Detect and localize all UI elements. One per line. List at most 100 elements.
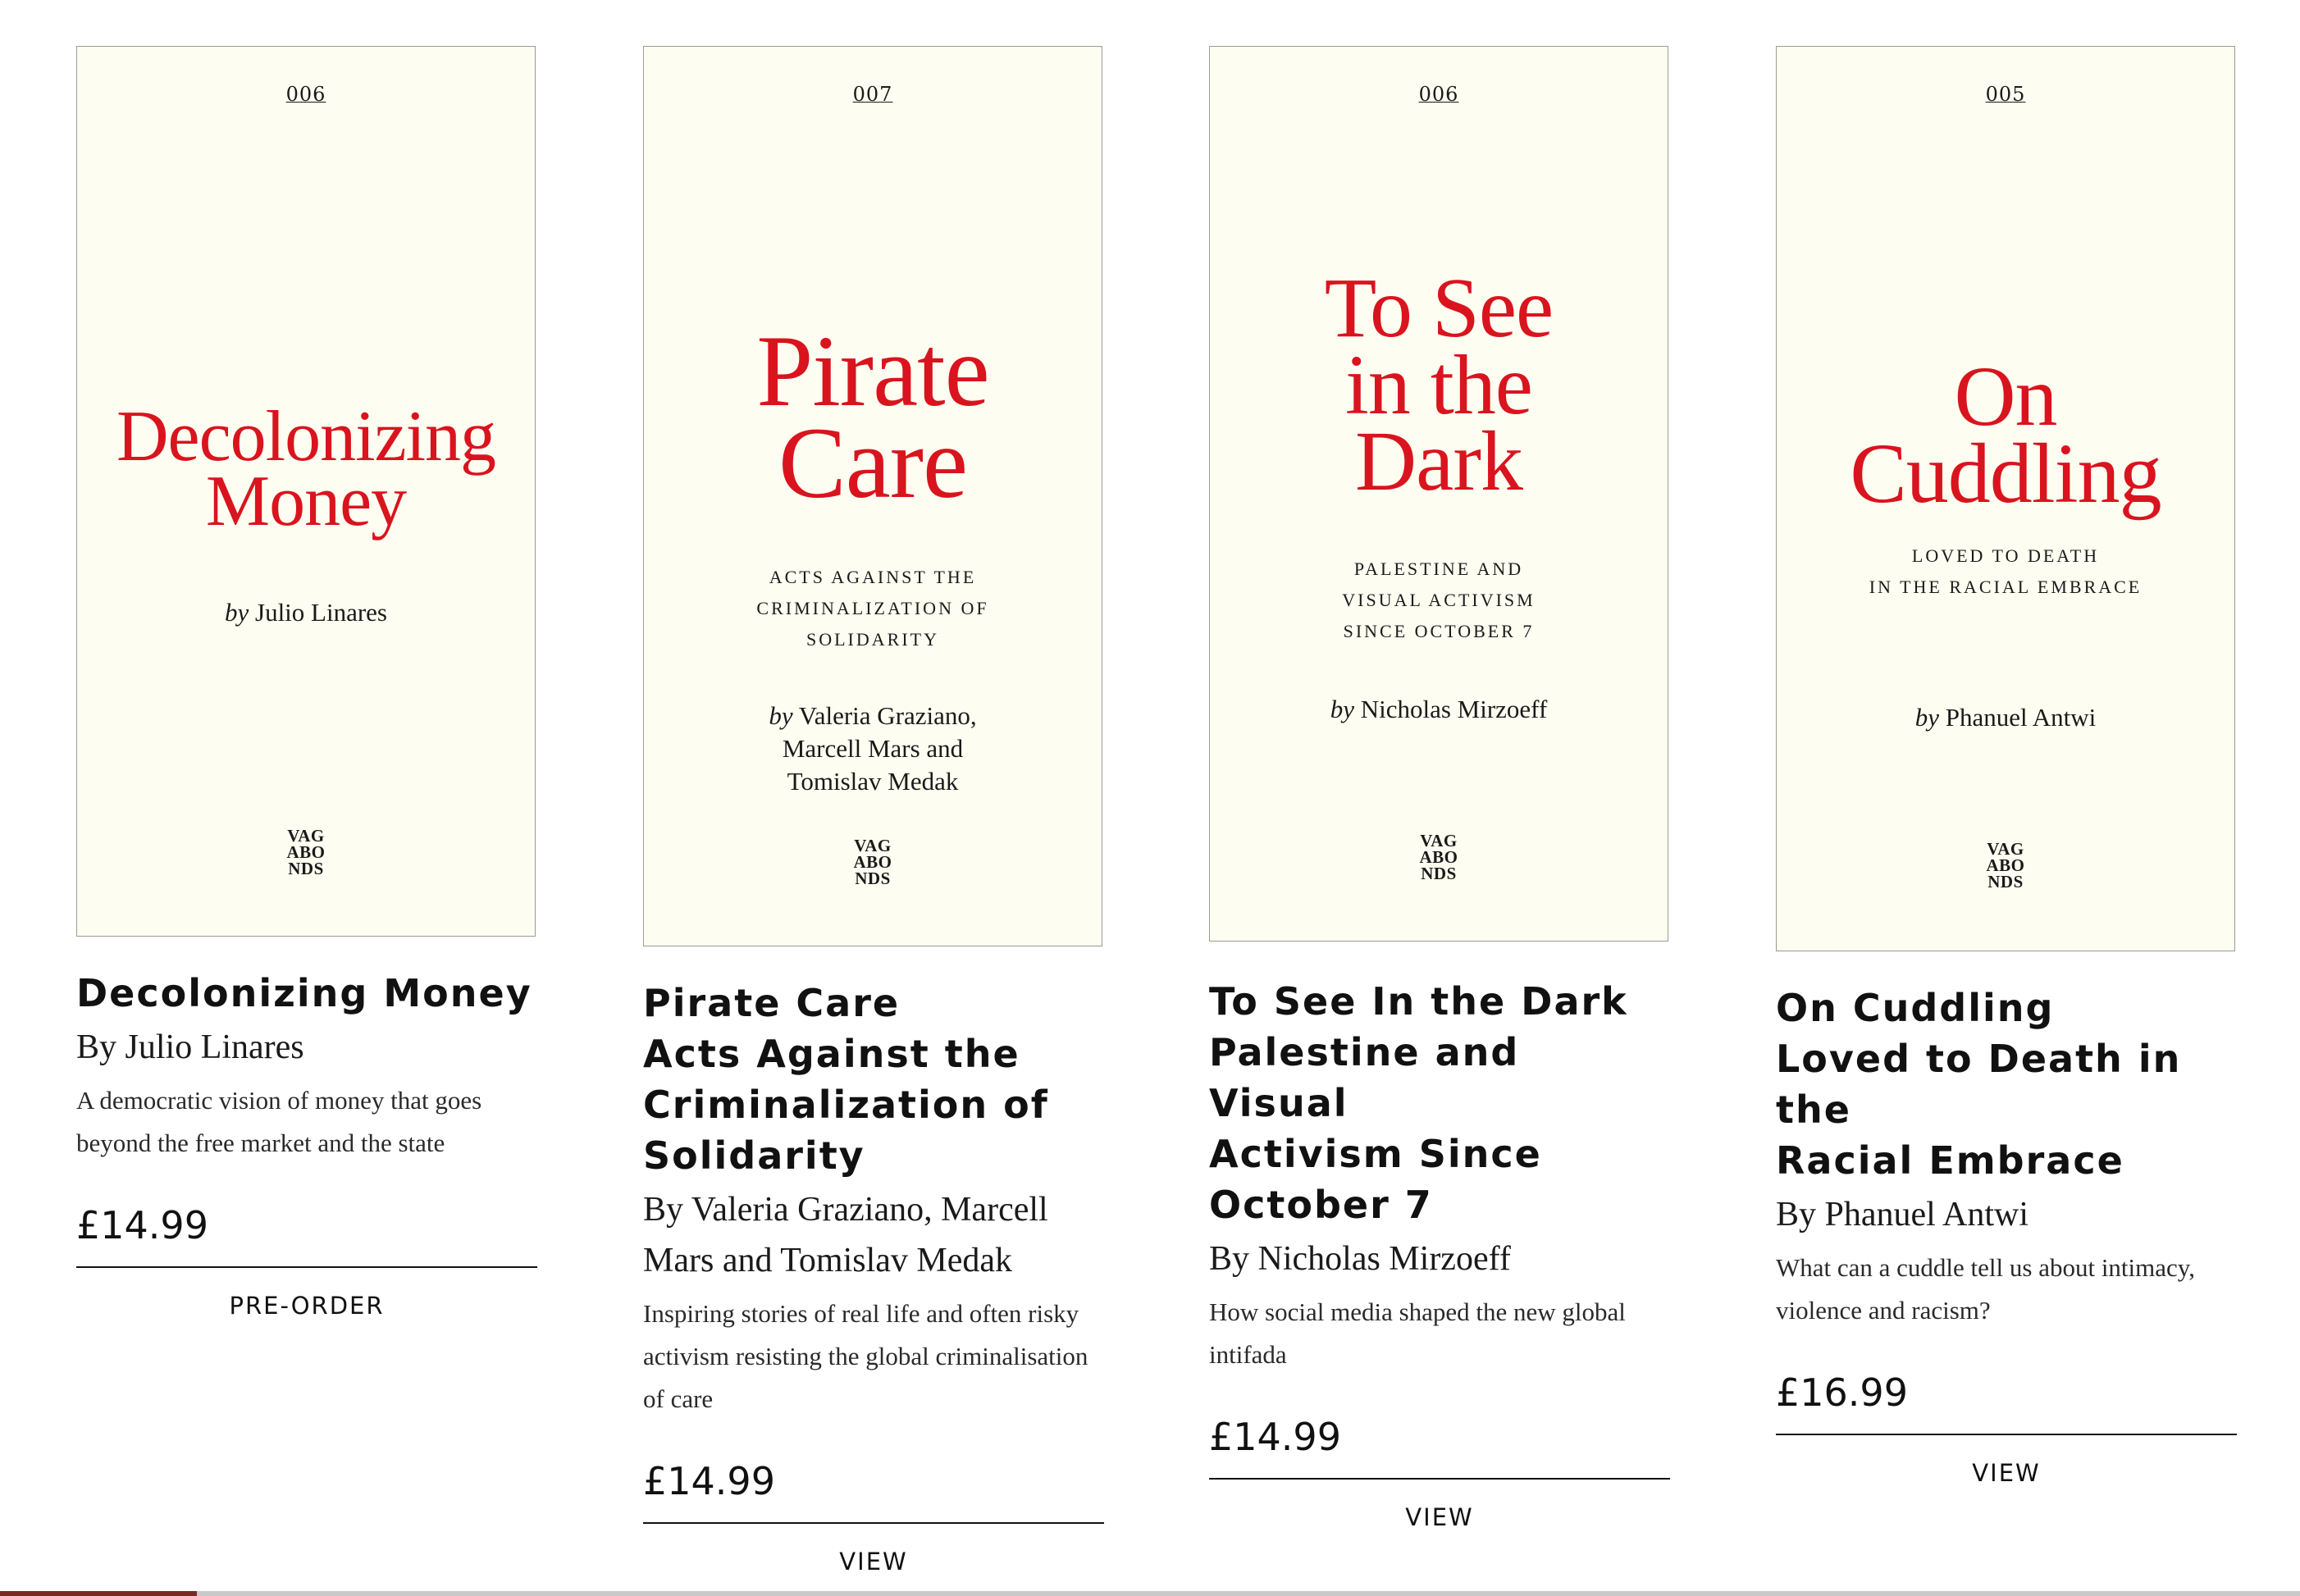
- logo-line: ABO: [1419, 847, 1458, 867]
- cover-title-line: Decolonizing: [116, 397, 496, 477]
- cover-title: On Cuddling: [1777, 349, 2234, 521]
- cover-subtitle-line: LOVED TO DEATH: [1911, 545, 2100, 566]
- book-author: By Phanuel Antwi: [1776, 1196, 2029, 1233]
- book-title-line: Palestine and Visual: [1209, 1030, 1520, 1125]
- book-title-line: Pirate Care: [643, 981, 901, 1025]
- book-title-line: Racial Embrace: [1776, 1138, 2124, 1183]
- book-title-line: Decolonizing Money: [76, 971, 532, 1015]
- cover-author: by Julio Linares: [77, 596, 535, 629]
- logo-line: NDS: [1421, 864, 1457, 883]
- logo-line: NDS: [288, 859, 324, 878]
- publisher-logo: VAG ABO NDS: [1210, 832, 1668, 882]
- cover-subtitle: LOVED TO DEATH in the RACIAL EMBRACE: [1777, 540, 2234, 603]
- book-description: How social media shaped the new global i…: [1209, 1297, 1626, 1369]
- cover-title-line: in the: [1345, 337, 1533, 432]
- divider: [643, 1522, 1104, 1524]
- book-author: By Nicholas Mirzoeff: [1209, 1240, 1511, 1278]
- book-price: £16.99: [1776, 1370, 1908, 1415]
- cover-by-word: by: [1330, 695, 1354, 723]
- book-title-line: Solidarity: [643, 1133, 865, 1178]
- view-button[interactable]: VIEW: [643, 1545, 1104, 1578]
- book-title-line: Activism Since: [1209, 1132, 1542, 1176]
- book-title-line: Criminalization of: [643, 1083, 1049, 1127]
- page-bottom-edge: [0, 1591, 2300, 1596]
- book-price: £14.99: [1209, 1415, 1341, 1459]
- cover-author-line: Valeria Graziano,: [798, 701, 977, 730]
- book-info: On Cuddling Loved to Death in the Racial…: [1776, 983, 2237, 1489]
- cover-author: by Phanuel Antwi: [1777, 701, 2234, 734]
- book-title-line: On Cuddling: [1776, 986, 2055, 1030]
- cover-by-word: by: [769, 701, 793, 730]
- cover-by-word: by: [224, 598, 249, 627]
- book-description: A democratic vision of money that goes b…: [76, 1086, 482, 1157]
- cover-title-line: Care: [778, 406, 968, 519]
- book-title-line: Loved to Death in the: [1776, 1037, 2182, 1132]
- cover-subtitle-line: VISUAL ACTIVISM: [1342, 590, 1536, 610]
- book-title[interactable]: On Cuddling Loved to Death in the Racial…: [1776, 983, 2237, 1186]
- divider: [76, 1266, 537, 1268]
- cover-author-line: Julio Linares: [255, 598, 387, 627]
- book-author: By Julio Linares: [76, 1028, 304, 1066]
- book-description: What can a cuddle tell us about intimacy…: [1776, 1253, 2196, 1325]
- cover-title-line: Money: [205, 462, 407, 542]
- cover-subtitle-line: PALESTINE and: [1353, 559, 1524, 579]
- cover-title-line: Dark: [1355, 414, 1523, 509]
- book-info: Decolonizing Money By Julio Linares A de…: [76, 968, 537, 1322]
- logo-line: NDS: [855, 869, 891, 888]
- cover-author-line: Nicholas Mirzoeff: [1360, 695, 1548, 723]
- logo-line: VAG: [854, 836, 892, 855]
- book-title[interactable]: Decolonizing Money: [76, 968, 537, 1019]
- cover-subtitle-line: ACTS AGAINST THE: [769, 567, 977, 587]
- cover-author-line: Tomislav Medak: [787, 767, 959, 796]
- book-price: £14.99: [76, 1203, 208, 1247]
- cover-title: Pirate Care: [644, 315, 1102, 519]
- book-title-line: To See In the Dark: [1209, 979, 1628, 1024]
- book-author: By Valeria Graziano, Marcell Mars and To…: [643, 1191, 1048, 1279]
- book-info: To See In the Dark Palestine and Visual …: [1209, 976, 1670, 1534]
- cover-subtitle-line: in the RACIAL EMBRACE: [1869, 577, 2143, 597]
- cover-author-line: Phanuel Antwi: [1945, 703, 2097, 732]
- pre-order-button[interactable]: PRE-ORDER: [76, 1289, 537, 1322]
- cover-series-number: 007: [852, 83, 893, 106]
- cover-subtitle: PALESTINE and VISUAL ACTIVISM SINCE OCTO…: [1210, 554, 1668, 647]
- book-title-line: Acts Against the: [643, 1032, 1020, 1076]
- book-title[interactable]: To See In the Dark Palestine and Visual …: [1209, 976, 1670, 1230]
- logo-line: NDS: [1987, 872, 2024, 891]
- cover-title-line: Cuddling: [1850, 426, 2161, 521]
- book-title[interactable]: Pirate Care Acts Against the Criminaliza…: [643, 978, 1104, 1181]
- cover-by-word: by: [1914, 703, 1940, 732]
- book-cover[interactable]: 006 Decolonizing Money by Julio Linares …: [76, 46, 536, 937]
- cover-subtitle-line: SOLIDARITY: [806, 629, 939, 650]
- logo-line: ABO: [286, 842, 326, 862]
- logo-line: VAG: [1987, 839, 2024, 859]
- book-info: Pirate Care Acts Against the Criminaliza…: [643, 978, 1104, 1578]
- cover-author: by Nicholas Mirzoeff: [1210, 693, 1668, 726]
- book-price: £14.99: [643, 1459, 775, 1503]
- logo-line: ABO: [853, 852, 892, 872]
- book-cover[interactable]: 007 Pirate Care ACTS AGAINST THE CRIMINA…: [643, 46, 1102, 946]
- cover-title-line: Pirate: [756, 315, 989, 427]
- cover-subtitle-line: SINCE OCTOBER 7: [1343, 621, 1535, 641]
- cover-subtitle: ACTS AGAINST THE CRIMINALIZATION of SOLI…: [644, 562, 1102, 655]
- publisher-logo: VAG ABO NDS: [1777, 839, 2234, 891]
- cover-title: To See in the Dark: [1210, 266, 1668, 509]
- book-title-line: October 7: [1209, 1183, 1433, 1227]
- view-button[interactable]: VIEW: [1776, 1457, 2237, 1489]
- book-cover[interactable]: 006 To See in the Dark PALESTINE and VIS…: [1209, 46, 1668, 942]
- bottom-accent: [0, 1591, 197, 1596]
- view-button[interactable]: VIEW: [1209, 1501, 1670, 1534]
- book-grid: 006 Decolonizing Money by Julio Linares …: [0, 0, 2300, 1596]
- cover-title-line: On: [1954, 349, 2057, 444]
- divider: [1209, 1478, 1670, 1480]
- cover-subtitle-line: CRIMINALIZATION of: [756, 598, 989, 618]
- book-description: Inspiring stories of real life and often…: [643, 1299, 1088, 1413]
- cover-series-number: 006: [1418, 83, 1459, 106]
- publisher-logo: VAG ABO NDS: [644, 837, 1102, 887]
- cover-author: by Valeria Graziano, Marcell Mars and To…: [644, 700, 1102, 798]
- logo-line: VAG: [287, 826, 325, 846]
- divider: [1776, 1434, 2237, 1435]
- cover-author-line: Marcell Mars and: [782, 734, 964, 763]
- cover-title: Decolonizing Money: [77, 397, 535, 542]
- book-cover[interactable]: 005 On Cuddling LOVED TO DEATH in the RA…: [1776, 46, 2235, 951]
- cover-series-number: 006: [285, 83, 326, 106]
